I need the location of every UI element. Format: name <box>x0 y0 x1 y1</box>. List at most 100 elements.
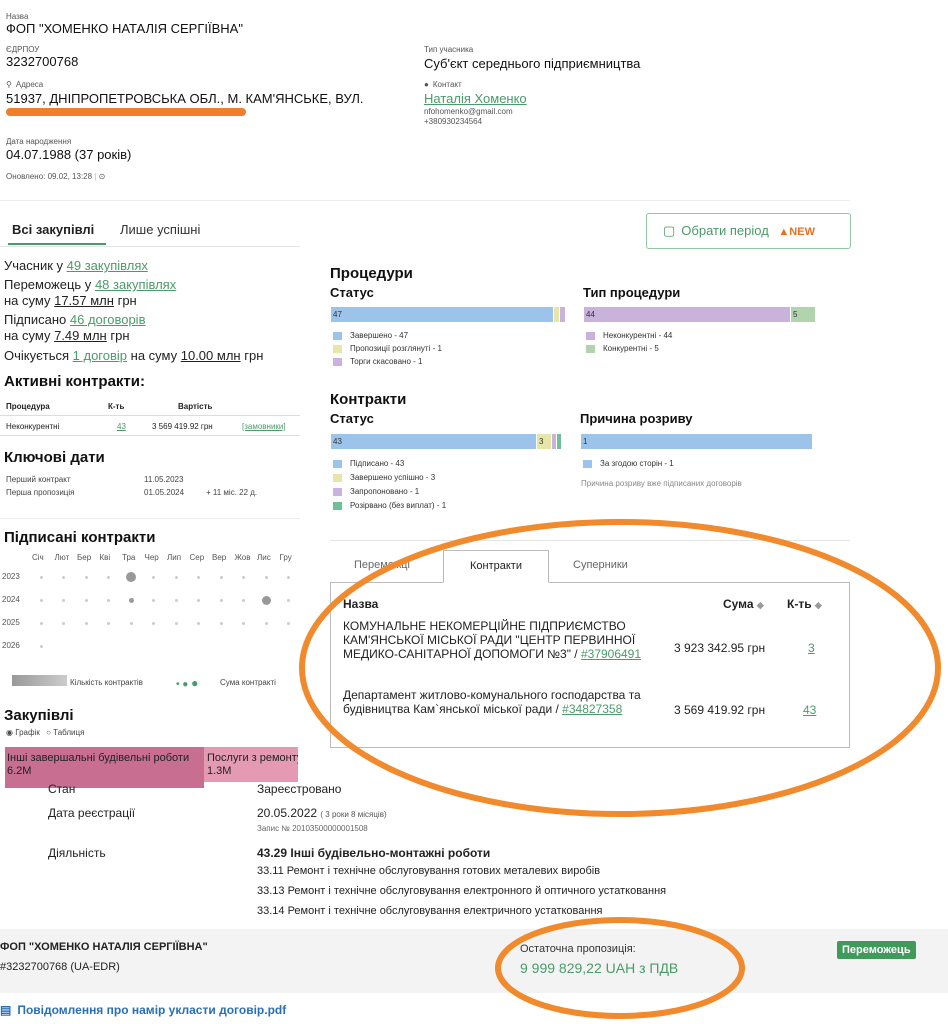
table-row-2-count[interactable]: 43 <box>803 703 816 717</box>
edrpou-link[interactable]: #37906491 <box>581 647 641 661</box>
divider <box>0 200 850 201</box>
calendar-dot[interactable] <box>242 575 245 579</box>
year-label: 2025 <box>2 618 20 627</box>
contracts-status-title: Статус <box>330 411 374 426</box>
contact-label: ● Контакт <box>424 80 462 89</box>
tab-winners[interactable]: Переможці <box>354 559 410 571</box>
type-bar-comp[interactable]: 5 <box>791 307 815 322</box>
col-count-header[interactable]: К-ть ◆ <box>787 597 822 611</box>
col-sum-header[interactable]: Сума ◆ <box>723 597 764 611</box>
offer-value: 9 999 829,22 UAH з ПДВ <box>520 960 679 976</box>
calendar-dot[interactable] <box>129 621 133 625</box>
calendar-dot[interactable] <box>62 598 65 602</box>
divider <box>330 540 850 541</box>
tab-all[interactable]: Всі закупівлі <box>12 222 94 237</box>
proc-legend-1: Завершено - 47 <box>333 331 408 341</box>
bidder-id: #3232700768 (UA-EDR) <box>0 961 120 973</box>
calendar-dot[interactable] <box>174 575 178 579</box>
period-button[interactable]: ▢ Обрати період ▲NEW <box>646 213 851 249</box>
status-bar-cancelled[interactable] <box>560 307 565 322</box>
tab-success[interactable]: Лише успішні <box>120 222 200 237</box>
new-badge: ▲NEW <box>778 226 815 238</box>
table-row-1-count[interactable]: 3 <box>808 641 815 655</box>
calendar-dot[interactable] <box>126 572 136 582</box>
col-name-header[interactable]: Назва <box>343 597 378 611</box>
calendar-dot[interactable] <box>128 597 134 603</box>
calendar-dot[interactable] <box>174 621 178 625</box>
status-bar-completed[interactable]: 47 <box>331 307 553 322</box>
cstatus-bar-proposed[interactable] <box>552 434 556 449</box>
calendar-dot[interactable] <box>197 598 200 602</box>
calendar-dot[interactable] <box>62 575 65 579</box>
customers-link[interactable]: [замовники] <box>242 422 286 431</box>
cstatus-bar-terminated[interactable] <box>557 434 561 449</box>
calendar-dot[interactable] <box>264 621 268 625</box>
calendar-dot[interactable] <box>107 575 110 579</box>
months-row: Січ Лют Бер Кві Тра Чер Лип Сер Вер Жов Лис Гру <box>32 553 302 565</box>
year-label: 2026 <box>2 641 20 650</box>
calendar-dot[interactable] <box>84 621 88 625</box>
contact-email: nfohomenko@gmail.com <box>424 107 513 116</box>
tab-contracts[interactable]: Контракти <box>443 550 549 583</box>
reason-note: Причина розриву вже підписаних договорів <box>581 479 742 488</box>
calendar-dot[interactable] <box>84 598 88 602</box>
calendar-dot[interactable] <box>84 575 88 579</box>
calendar-dot[interactable] <box>219 575 223 579</box>
calendar-dot[interactable] <box>39 598 43 602</box>
cstatus-bar-signed[interactable]: 43 <box>331 434 536 449</box>
signed-link[interactable]: 46 договорів <box>70 312 146 327</box>
type-bar-noncomp[interactable]: 44 <box>584 307 790 322</box>
cstatus-bar-completed[interactable]: 3 <box>537 434 551 449</box>
calendar-dot[interactable] <box>287 575 290 579</box>
calendar-dot[interactable] <box>62 621 65 625</box>
calendar-dot[interactable] <box>242 621 245 625</box>
tab-rivals[interactable]: Суперники <box>573 559 628 571</box>
type-legend-2: Конкурентні - 5 <box>586 344 659 354</box>
status-bar-reviewed[interactable] <box>554 307 559 322</box>
year-label: 2023 <box>2 572 20 581</box>
reason-bar[interactable]: 1 <box>581 434 812 449</box>
keydates-title: Ключові дати <box>4 449 105 466</box>
expected-link[interactable]: 1 договір <box>73 348 127 363</box>
treemap-block-1[interactable]: Інші завершальні будівельні роботи 6.2M <box>5 747 204 788</box>
updated-text: Оновлено: 09.02, 13:28 | ⊙ <box>6 172 106 181</box>
reason-legend-1: За згодою сторін - 1 <box>583 459 674 469</box>
calendar-dot[interactable] <box>152 598 155 602</box>
year-label: 2024 <box>2 595 20 604</box>
calendar-dot[interactable] <box>39 575 43 579</box>
edrpou-link[interactable]: #34827358 <box>562 702 622 716</box>
calendar-dot[interactable] <box>197 621 200 625</box>
calendar-dot[interactable] <box>242 598 245 602</box>
calendar-dot[interactable] <box>219 598 223 602</box>
pdf-link[interactable]: ▤ Повідомлення про намір укласти договір.… <box>0 1003 286 1017</box>
contact-name-link[interactable]: Наталія Хоменко <box>424 91 527 106</box>
calendar-dot[interactable] <box>152 575 155 579</box>
sort-icon: ◆ <box>756 600 764 610</box>
cont-legend-2: Завершено успішно - 3 <box>333 473 435 483</box>
calendar-dot[interactable] <box>107 621 110 625</box>
calendar-dot[interactable] <box>152 621 155 625</box>
cont-legend-3: Запропоновано - 1 <box>333 487 419 497</box>
calendar-dot[interactable] <box>287 621 290 625</box>
calendar-dot[interactable] <box>261 595 271 605</box>
month-label: Лют <box>54 553 70 562</box>
reason-title: Причина розриву <box>580 411 693 426</box>
participant-link[interactable]: 49 закупівлях <box>67 258 148 273</box>
winner-badge: Переможець <box>837 941 916 959</box>
treemap-block-2[interactable]: Послуги з ремонту 1.3M <box>204 747 298 782</box>
calendar-dot[interactable] <box>39 644 43 648</box>
calendar-dot[interactable] <box>107 598 110 602</box>
calendar-dot[interactable] <box>264 575 268 579</box>
radio-graph[interactable]: ◉ <box>6 728 13 737</box>
calendar-dot[interactable] <box>39 621 43 625</box>
calendar-dot[interactable] <box>287 598 290 602</box>
calendar-dot[interactable] <box>197 575 200 579</box>
radio-table[interactable]: ○ <box>46 728 51 737</box>
winner-link[interactable]: 48 закупівлях <box>95 277 176 292</box>
calendar-dot[interactable] <box>174 598 178 602</box>
active-count-link[interactable]: 43 <box>117 422 126 431</box>
type-legend-1: Неконкурентні - 44 <box>586 331 672 341</box>
tabs-divider <box>0 246 300 247</box>
calendar-dot[interactable] <box>219 621 223 625</box>
address-label: ⚲ Адреса <box>6 80 44 89</box>
